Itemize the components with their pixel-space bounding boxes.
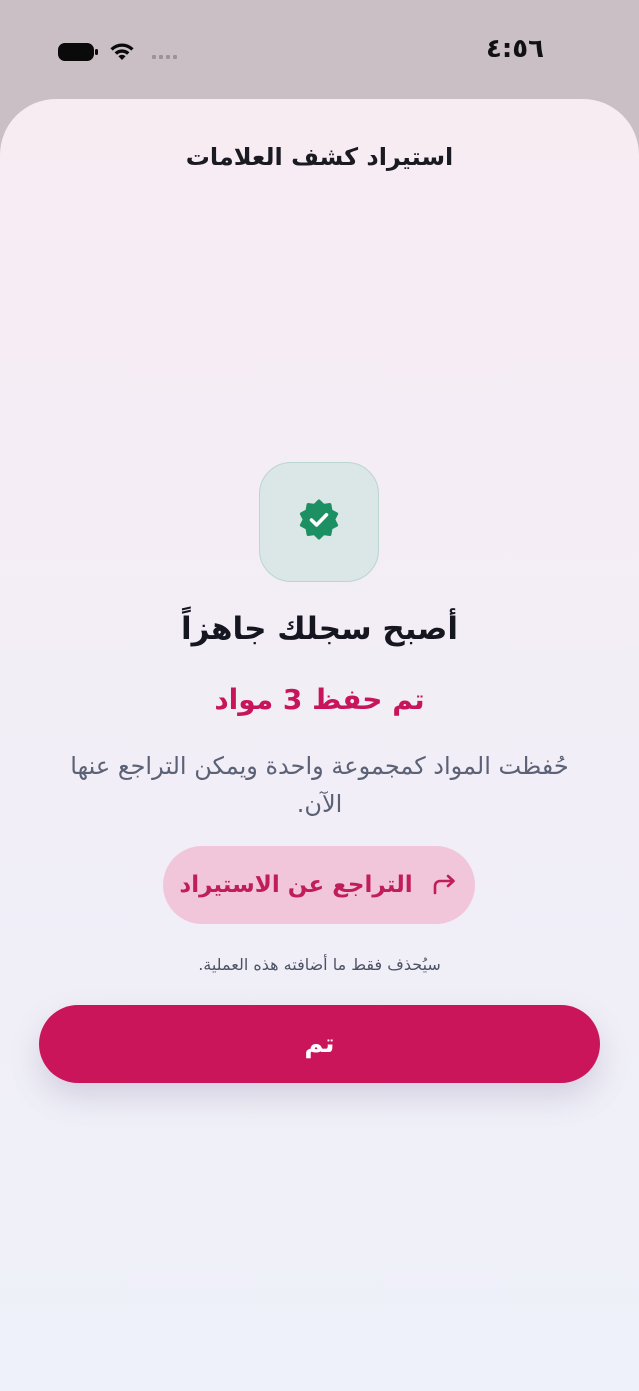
verified-badge-icon [298,499,340,545]
undo-import-button[interactable]: التراجع عن الاستيراد [163,846,475,924]
saved-count: تم حفظ 3 مواد [214,683,425,716]
signal-icon [152,45,177,59]
undo-import-label: التراجع عن الاستيراد [179,872,413,898]
success-headline: أصبح سجلك جاهزاً [181,611,458,647]
redo-arrow-icon [431,873,459,897]
success-description: حُفظت المواد كمجموعة واحدة ويمكن التراجع… [70,752,569,818]
done-label: تم [304,1029,335,1059]
success-badge-tile [259,462,379,582]
status-time: ٤:٥٦ [485,34,544,64]
undo-note: سيُحذف فقط ما أضافته هذه العملية. [198,955,441,974]
wifi-icon [108,41,136,63]
sheet-title: استيراد كشف العلامات [185,143,454,171]
status-bar: ٤:٥٦ [0,0,639,100]
import-sheet: استيراد كشف العلامات أصبح سجلك جاهزاً تم… [0,99,639,1391]
status-icons [58,38,177,66]
battery-icon [58,42,98,62]
done-button[interactable]: تم [39,1005,600,1083]
